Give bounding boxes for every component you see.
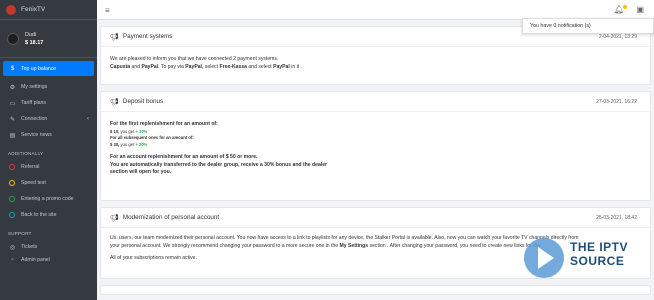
news-date: 2-04-2021, 13:29 (598, 33, 637, 40)
text-fragment: . To pay via (158, 63, 186, 70)
sidebar-item-label: Referral (21, 164, 40, 170)
circle-icon (9, 164, 15, 170)
sidebar-item-referral[interactable]: Referral (0, 159, 97, 175)
megaphone-icon: 📢︎ (110, 214, 119, 222)
phoenix-logo-icon (6, 4, 16, 15)
bonus-heading: For the first replenishment for an amoun… (110, 121, 218, 127)
circle-icon (9, 196, 15, 202)
news-date: 25-03-2021, 18:42 (596, 214, 637, 221)
watermark-line2: SOURCE (570, 254, 625, 268)
sidebar-item-label: Back to the site (21, 212, 57, 218)
news-card-header: 📢︎ Modernization of personal account 25-… (101, 208, 650, 228)
text-fragment: your personal account. We strongly recom… (110, 242, 340, 249)
sidebar-item-tariff-plans[interactable]: ▭ Tariff plans (0, 95, 97, 111)
watermark-line1: THE IPTV (570, 240, 629, 254)
chevron-left-icon: ‹ (87, 116, 89, 122)
sidebar: FenixTV Dudi $ 18.17 $ Top up balance ⚙ … (0, 0, 97, 300)
user-name: Dudi (25, 31, 37, 38)
sidebar-item-label: Tickets (21, 244, 38, 250)
text-fragment: in it . (289, 63, 302, 70)
sidebar-item-admin-panel[interactable]: ▫ Admin panel (0, 255, 97, 265)
sidebar-item-tickets[interactable]: ◎ Tickets (0, 239, 97, 255)
payment-name: PayPal (185, 63, 202, 70)
news-card (100, 285, 651, 295)
circle-icon (9, 180, 15, 186)
news-title: Modernization of personal account (122, 214, 220, 221)
bonus-percent: + 20% (135, 141, 148, 147)
sidebar-item-connection[interactable]: ✎ Connection ‹ (0, 111, 97, 127)
news-body: We are pleased to inform you that we hav… (101, 47, 650, 79)
sidebar-item-label: Service news (21, 132, 52, 138)
news-body: For the first replenishment for an amoun… (101, 112, 650, 185)
payment-name: Free-Kassa (219, 63, 248, 70)
news-title: Payment systems (122, 33, 173, 40)
circle-icon (9, 212, 15, 218)
bonus-dealer-text: You are automatically transferred to the… (110, 161, 328, 168)
brand[interactable]: FenixTV (0, 0, 97, 20)
news-text: Capusta and PayPal. To pay via PayPal, s… (110, 64, 641, 72)
sidebar-item-promo-code[interactable]: Entering a promo code (0, 191, 97, 207)
lock-icon: ▫ (11, 257, 14, 263)
sidebar-item-label: Tariff plans (21, 100, 46, 106)
sidebar-item-top-up-balance[interactable]: $ Top up balance (3, 61, 94, 76)
sidebar-item-label: Speed test (21, 180, 46, 186)
sidebar-item-speed-test[interactable]: Speed test (0, 175, 97, 191)
sidebar-item-label: Admin panel (21, 257, 50, 263)
newspaper-icon: ▤ (9, 132, 16, 139)
user-balance: $ 18.17 (25, 39, 44, 46)
dollar-icon: $ (10, 65, 15, 72)
sidebar-section-support: SUPPORT (8, 231, 32, 236)
payment-name: PayPal (141, 63, 159, 70)
bonus-percent: + 10% (135, 128, 148, 134)
top-navbar: ≡ 🔔︎ ▣ You have 0 notification (s) (97, 0, 654, 34)
text-fragment: section . After changing your password, … (368, 242, 541, 249)
text-fragment: you get (119, 141, 136, 147)
news-title: Deposit bonus (122, 98, 164, 105)
user-panel: Dudi $ 18.17 (0, 20, 97, 58)
text-fragment: and select (247, 63, 274, 70)
bonus-dealer-text: section will open for you. (110, 169, 172, 175)
settings-link[interactable]: My Settings (340, 243, 369, 249)
news-date: 27-03-2021, 16:22 (596, 98, 637, 105)
sidebar-item-label: My settings (21, 84, 48, 90)
payment-name: PayPal (273, 63, 290, 70)
news-card: 📢︎ Deposit bonus 27-03-2021, 16:22 For t… (100, 91, 651, 201)
sidebar-item-label: Connection (21, 116, 48, 122)
amount: $ 10, (110, 128, 120, 134)
support-icon: ◎ (9, 244, 16, 251)
text-fragment: you get (119, 128, 136, 134)
brand-name: FenixTV (21, 6, 46, 13)
gears-icon: ⚙ (9, 84, 16, 91)
payment-name: Capusta (110, 63, 131, 70)
sidebar-item-my-settings[interactable]: ⚙ My settings (0, 79, 97, 95)
megaphone-icon: 📢︎ (110, 33, 119, 41)
notifications-count-text: You have 0 notification (s) (530, 23, 591, 29)
notification-badge (623, 5, 627, 9)
avatar (7, 32, 19, 45)
sidebar-item-back-to-site[interactable]: Back to the site (0, 207, 97, 223)
text-fragment: , select (201, 63, 220, 70)
news-card: 📢︎ Payment systems 2-04-2021, 13:29 We a… (100, 26, 651, 85)
sidebar-item-label: Top up balance (21, 65, 57, 72)
plug-icon: ✎ (9, 116, 16, 123)
amount: $ 30, (110, 141, 120, 147)
sidebar-item-label: Entering a promo code (21, 196, 74, 202)
megaphone-icon: 📢︎ (110, 98, 119, 106)
notifications-dropdown: You have 0 notification (s) (522, 18, 654, 34)
sidebar-item-service-news[interactable]: ▤ Service news (0, 127, 97, 143)
fullscreen-icon[interactable]: ▣ (636, 5, 644, 14)
news-text: We are pleased to inform you that we hav… (110, 56, 279, 62)
text-fragment: and (130, 63, 142, 70)
hamburger-menu-icon[interactable]: ≡ (105, 6, 110, 15)
iptv-source-watermark: THE IPTV SOURCE (520, 234, 638, 282)
news-card-header: 📢︎ Deposit bonus 27-03-2021, 16:22 (101, 92, 650, 112)
tv-icon: ▭ (9, 100, 16, 107)
sidebar-section-additionally: ADDITIONALLY (8, 151, 44, 156)
bonus-dealer-text: For an account replenishment for an amou… (110, 154, 258, 160)
